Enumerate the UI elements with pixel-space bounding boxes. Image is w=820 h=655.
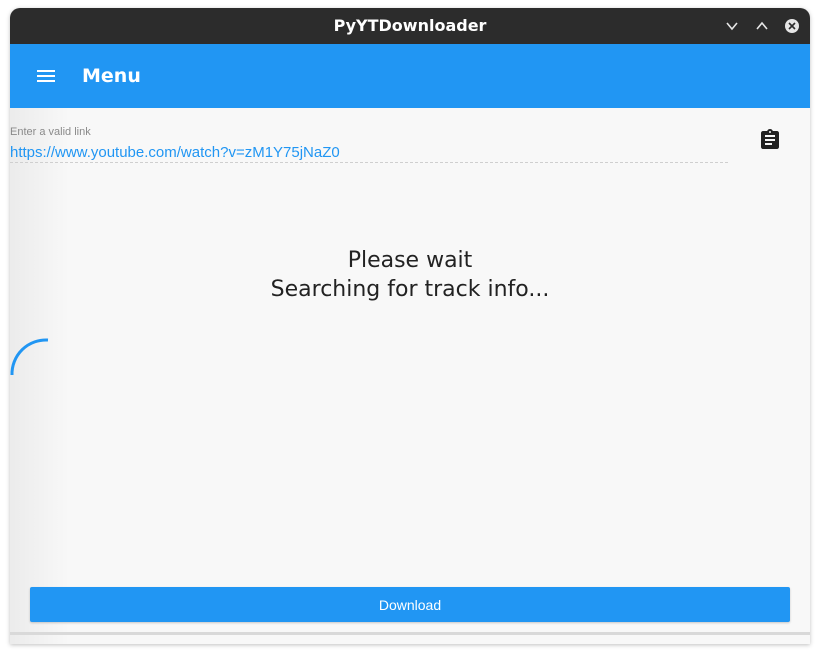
app-bar: Menu [10,44,810,108]
maximize-button[interactable] [752,16,772,36]
status-message: Please wait Searching for track info... [10,246,810,304]
close-button[interactable] [782,16,802,36]
status-line-1: Please wait [347,248,473,273]
minimize-button[interactable] [722,16,742,36]
app-bar-title: Menu [82,65,141,87]
clipboard-icon[interactable] [758,128,782,152]
bottom-divider [10,632,810,635]
chevron-down-icon [726,22,738,31]
loading-spinner-icon [10,338,49,376]
close-icon [785,19,799,33]
link-field-label: Enter a valid link [10,126,91,138]
window-title: PyYTDownloader [333,16,487,35]
main-content: Enter a valid link Please wait Searching… [10,108,810,644]
title-bar: PyYTDownloader [10,8,810,44]
hamburger-menu-icon[interactable] [34,64,58,88]
download-button[interactable]: Download [30,587,790,622]
app-window: PyYTDownloader Menu Enter a valid link h… [10,8,810,644]
status-line-2: Searching for track info... [270,277,550,302]
link-input[interactable] [10,142,728,163]
chevron-up-icon [756,21,768,30]
